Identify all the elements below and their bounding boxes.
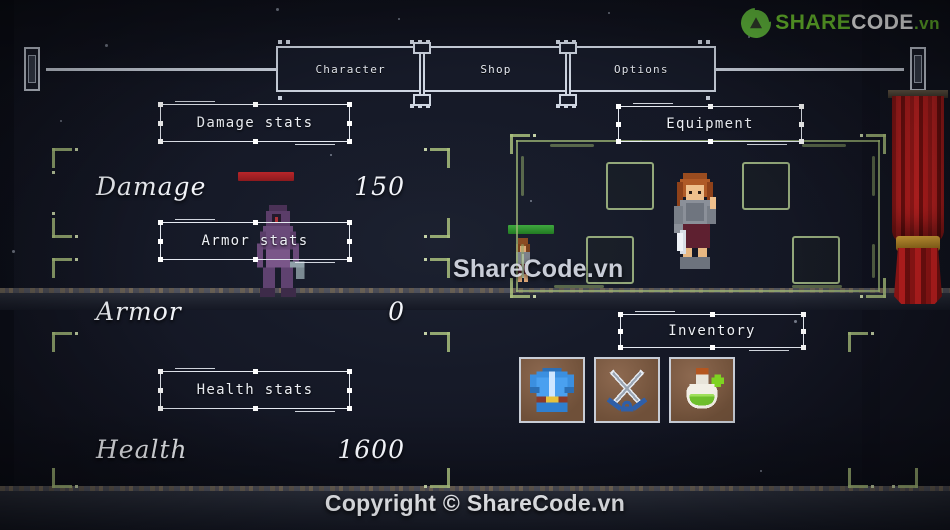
logo-tld-text: .vn: [913, 14, 940, 33]
inventory-slot-1[interactable]: [519, 357, 585, 423]
vine-decor: [802, 144, 846, 147]
green-corner-bracket: [52, 212, 78, 238]
inventory-label: Inventory: [668, 323, 756, 339]
star-dot: [760, 470, 762, 472]
equipment-frame-edge: [878, 140, 880, 292]
green-corner-bracket: [424, 258, 450, 284]
game-screen: Character Shop Options Damage stats Dama…: [0, 0, 950, 530]
green-corner-bracket: [424, 462, 450, 488]
vine-decor: [792, 285, 842, 288]
sharecode-circle-icon: [735, 1, 778, 45]
star-dot: [12, 250, 15, 253]
star-dot: [105, 44, 108, 47]
nav-ornament: [706, 96, 710, 100]
logo-share-text: SHARE: [775, 11, 852, 34]
nav-item-character[interactable]: Character: [278, 63, 423, 76]
nav-panel: Character Shop Options: [276, 46, 716, 92]
nav-ornament: [278, 40, 282, 44]
nav-ornament: [698, 40, 702, 44]
equipment-slot-1[interactable]: [606, 162, 654, 210]
green-health-potion-icon: [686, 368, 724, 409]
nav-ornament: [286, 40, 290, 44]
watermark-bottom: Copyright © ShareCode.vn: [324, 490, 626, 516]
health-stats-button[interactable]: Health stats: [158, 368, 352, 412]
green-corner-bracket: [424, 148, 450, 174]
star-dot: [60, 120, 62, 122]
star-dot: [276, 8, 279, 11]
armor-stats-button[interactable]: Armor stats: [158, 219, 352, 263]
sharecode-logo: SHARECODE.vn: [735, 1, 940, 45]
equipment-slot-4[interactable]: [792, 236, 840, 284]
star-dot: [608, 12, 610, 14]
blue-tunic-armor-icon: [530, 368, 574, 412]
inventory-slot-3[interactable]: [669, 357, 735, 423]
nav-right-cap: [906, 47, 930, 91]
damage-stats-label: Damage stats: [196, 115, 314, 131]
damage-stats-button[interactable]: Damage stats: [158, 101, 352, 145]
nav-separator: [554, 40, 582, 108]
nav-separator: [408, 40, 436, 108]
green-corner-bracket: [848, 332, 874, 358]
armor-stats-label: Armor stats: [201, 233, 309, 249]
curtain-body: [892, 96, 944, 244]
health-stat-value: 1600: [337, 435, 405, 464]
logo-code-text: CODE: [851, 11, 914, 34]
health-stats-label: Health stats: [196, 382, 314, 398]
equipment-label: Equipment: [666, 116, 754, 132]
green-corner-bracket: [892, 462, 918, 488]
health-stat-label: Health: [96, 435, 188, 464]
damage-stat-label: Damage: [96, 172, 207, 201]
green-corner-bracket: [424, 212, 450, 238]
star-dot: [398, 18, 400, 20]
equipment-frame-edge: [516, 290, 880, 292]
green-corner-bracket: [848, 462, 874, 488]
background-pillar: [0, 0, 14, 530]
vine-decor: [550, 144, 594, 147]
inventory-button[interactable]: Inventory: [618, 311, 806, 351]
vine-decor: [872, 156, 875, 196]
equipment-slot-2[interactable]: [742, 162, 790, 210]
nav-ornament: [278, 96, 282, 100]
nav-left-cap: [20, 47, 44, 91]
green-corner-bracket: [424, 332, 450, 358]
equipment-button[interactable]: Equipment: [616, 103, 804, 145]
star-dot: [330, 154, 332, 156]
watermark-center: ShareCode.vn: [453, 255, 624, 283]
top-navigation-bar: Character Shop Options: [20, 40, 930, 108]
sharecode-logo-text: SHARECODE.vn: [775, 11, 940, 35]
vine-decor: [554, 285, 604, 288]
player-warrior-sprite: [674, 173, 716, 269]
enemy-health-bar: [238, 172, 294, 181]
vine-decor: [521, 156, 524, 196]
damage-stat-value: 150: [354, 172, 405, 201]
green-corner-bracket: [52, 462, 78, 488]
nav-ornament: [706, 40, 710, 44]
armor-stat-value: 0: [388, 297, 405, 326]
inventory-slot-2[interactable]: [594, 357, 660, 423]
red-curtain: [888, 90, 948, 320]
green-corner-bracket: [52, 332, 78, 358]
nav-item-options[interactable]: Options: [569, 63, 714, 76]
armor-stat-label: Armor: [96, 297, 182, 326]
nav-item-shop[interactable]: Shop: [423, 63, 568, 76]
vine-decor: [872, 244, 875, 278]
crossed-swords-icon: [606, 369, 648, 412]
green-corner-bracket: [52, 148, 78, 174]
curtain-skirt: [894, 248, 942, 304]
green-corner-bracket: [52, 258, 78, 284]
